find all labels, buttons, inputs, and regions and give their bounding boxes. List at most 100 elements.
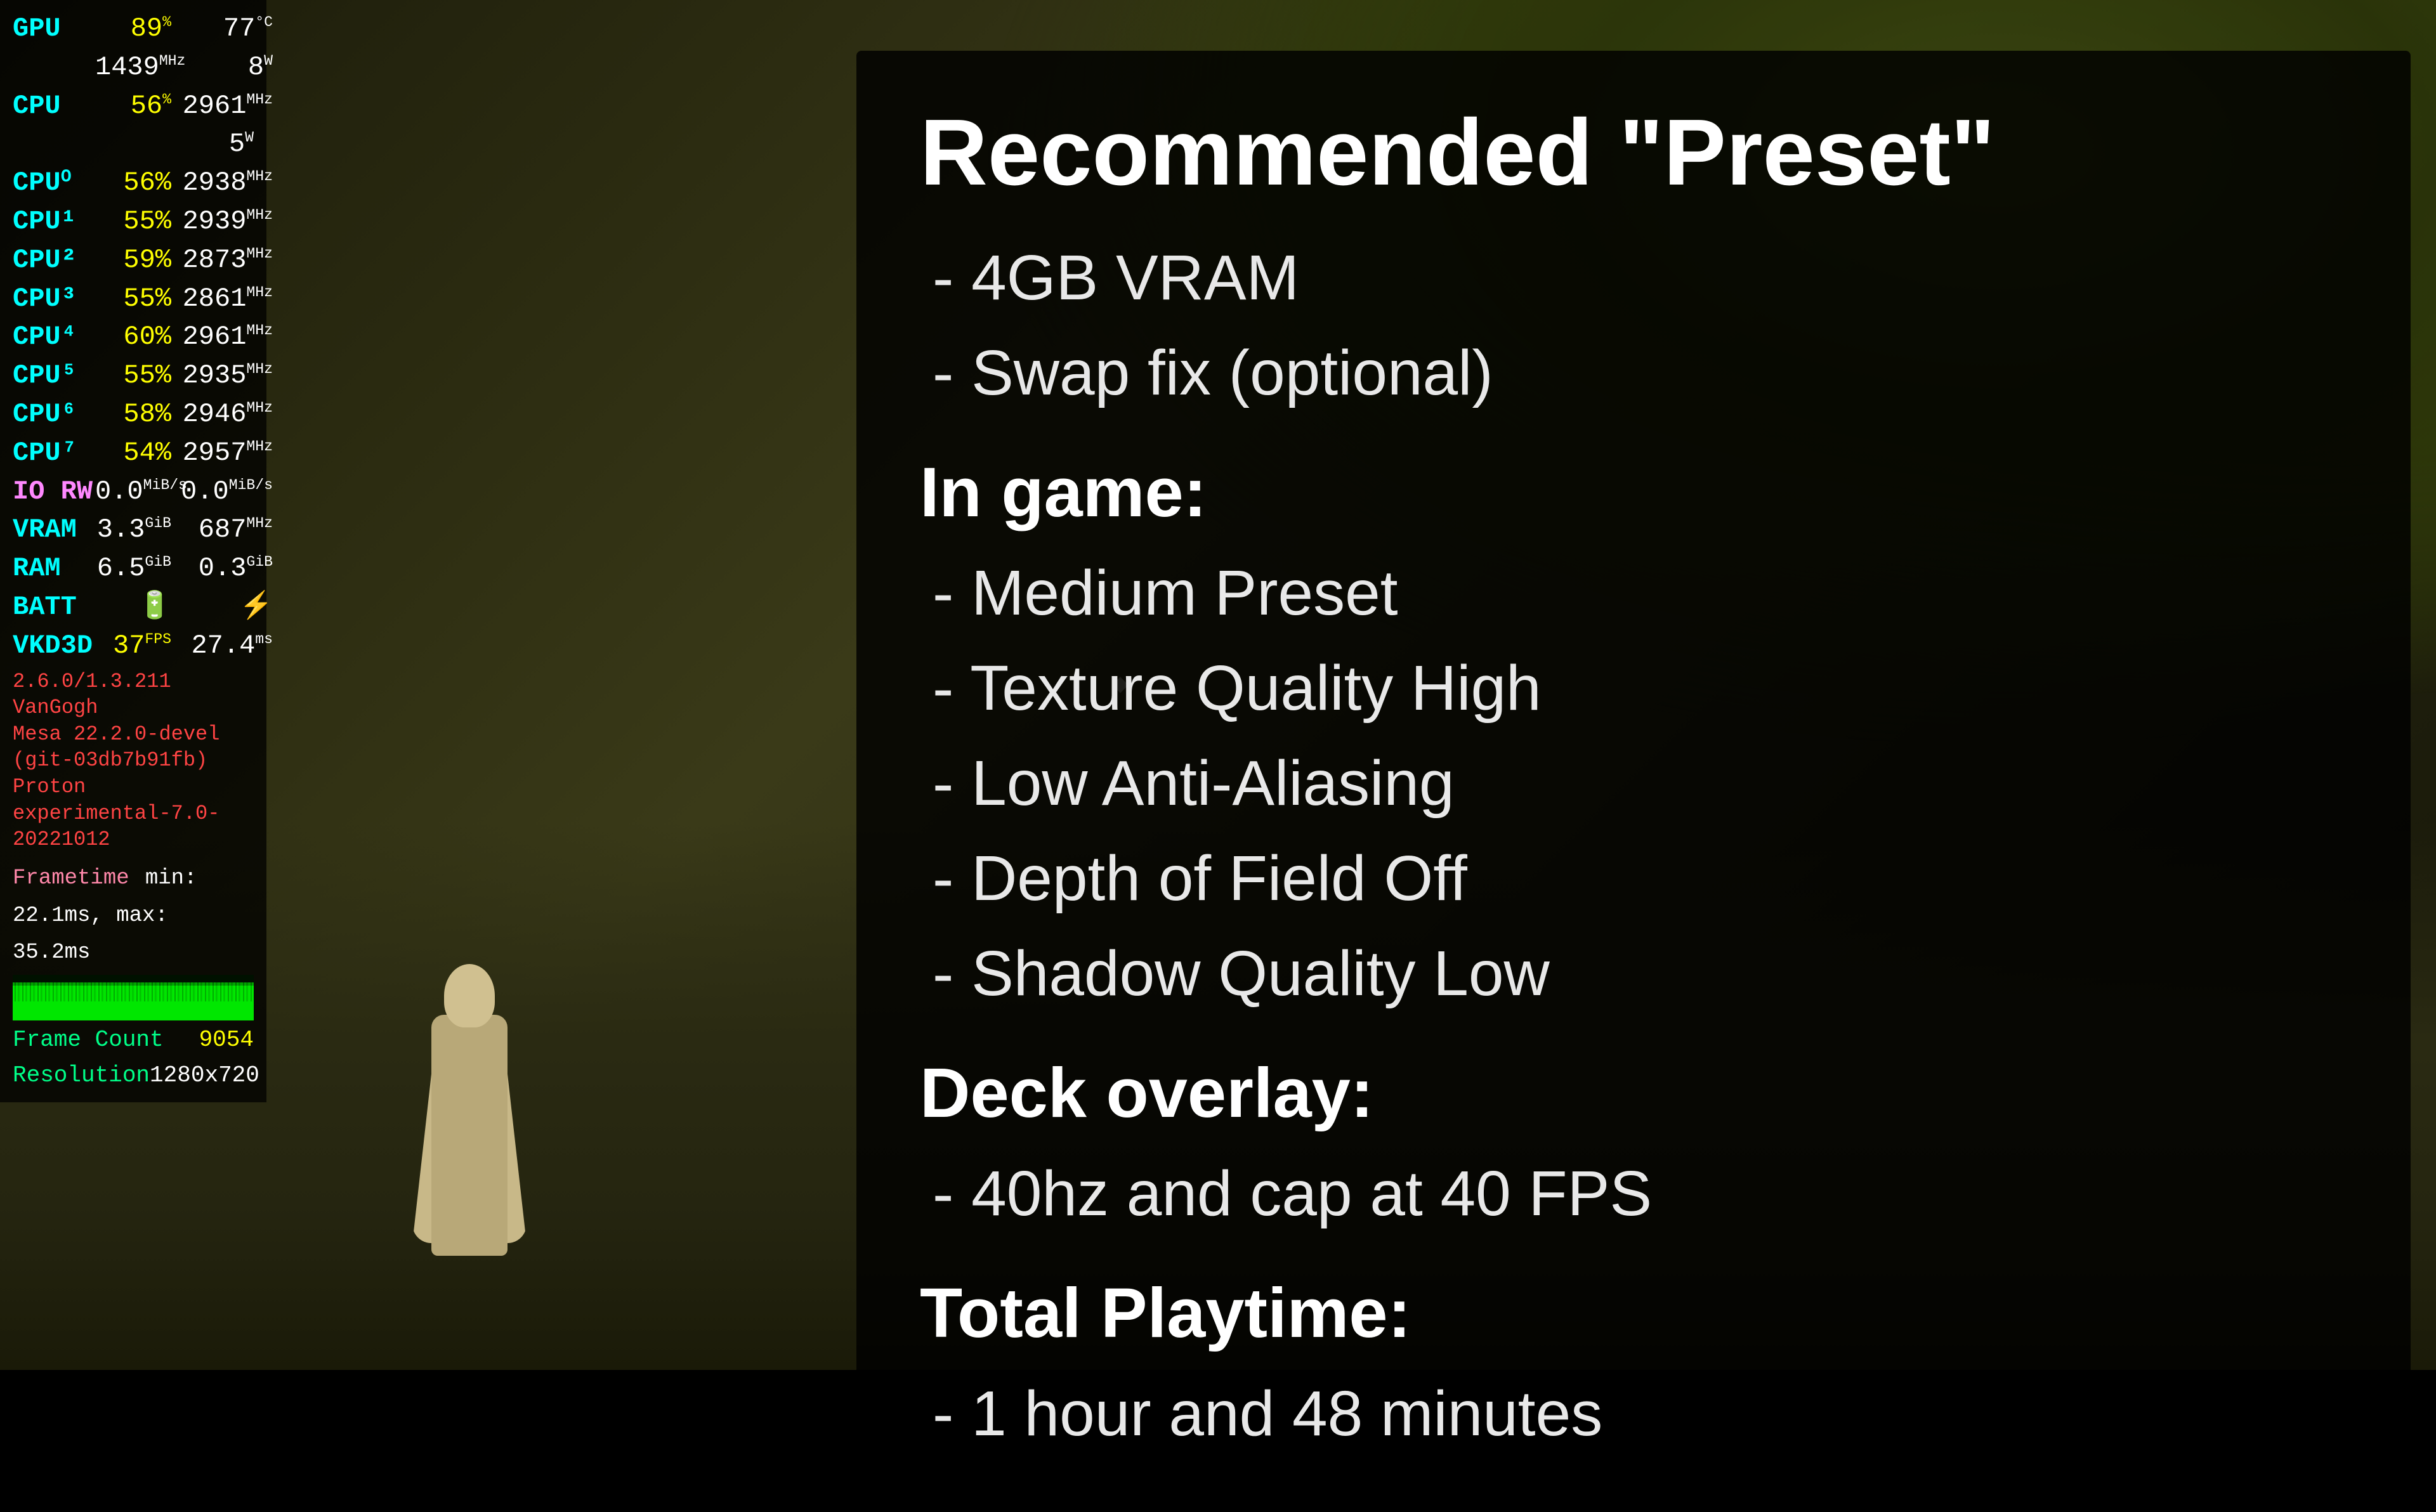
cpu-core-label: CPU⁶ [13, 396, 95, 433]
cpu-core-label: CPU⁴ [13, 318, 95, 356]
cpu-core-label: CPU¹ [13, 203, 95, 240]
vram-row: VRAM 3.3GiB 687MHz [13, 511, 254, 549]
frame-count-val: 9054 [199, 1024, 254, 1056]
panel-section-heading: Total Playtime: [920, 1273, 2347, 1353]
cpu-row: CPU 56% 2961MHz [13, 88, 254, 125]
cpu-core-label: CPU² [13, 242, 95, 279]
cpu-core-clock: 2939MHz [171, 203, 273, 240]
cpu-core-row: CPU⁶ 58% 2946MHz [13, 396, 254, 433]
cpu-core-usage: 55% [95, 357, 171, 394]
version-info: 2.6.0/1.3.211 VanGogh Mesa 22.2.0-devel … [13, 668, 254, 853]
cpu-core-label: CPU⁷ [13, 434, 95, 472]
gpu-power: 8W [171, 49, 273, 86]
panel-section: Deck overlay: - 40hz and cap at 40 FPS [920, 1053, 2347, 1241]
fps-value: 37FPS [95, 627, 171, 665]
cpu-core-usage: 56% [95, 164, 171, 202]
cpu-core-row: CPU⁰ 56% 2938MHz [13, 164, 254, 202]
ram-row: RAM 6.5GiB 0.3GiB [13, 550, 254, 587]
cpu-core-row: CPU⁷ 54% 2957MHz [13, 434, 254, 472]
cpu-label: CPU [13, 88, 95, 125]
panel-section: - 4GB VRAM- Swap fix (optional) [920, 230, 2347, 420]
batt-label: BATT [13, 589, 95, 626]
cpu-power: 5W [178, 126, 254, 163]
io-label: IO RW [13, 473, 95, 511]
cpu-core-row: CPU⁵ 55% 2935MHz [13, 357, 254, 394]
vkd3d-row: VKD3D 37FPS 27.4ms [13, 627, 254, 665]
cpu-core-label: CPU⁵ [13, 357, 95, 394]
gpu-temp: 77°C [171, 10, 273, 48]
cpu-core-usage: 55% [95, 280, 171, 318]
panel-item: - 40hz and cap at 40 FPS [920, 1146, 2347, 1241]
frame-count-row: Frame Count 9054 [13, 1024, 254, 1056]
panel-item: - Depth of Field Off [920, 831, 2347, 926]
char-body [431, 1015, 508, 1256]
panel-item: - Medium Preset [920, 545, 2347, 641]
frametime-graph [13, 975, 254, 1020]
cpu-core-usage: 59% [95, 242, 171, 279]
batt-charging: ⚡ [171, 589, 273, 626]
right-panel: Recommended "Preset" - 4GB VRAM- Swap fi… [856, 51, 2411, 1512]
frame-count-label: Frame Count [13, 1024, 164, 1056]
vkd3d-label: VKD3D [13, 627, 95, 665]
cpu-core-clock: 2961MHz [171, 318, 273, 356]
cpu-core-row: CPU¹ 55% 2939MHz [13, 203, 254, 240]
cpu-core-row: CPU³ 55% 2861MHz [13, 280, 254, 318]
cpu-core-row: CPU² 59% 2873MHz [13, 242, 254, 279]
version-line3: Mesa 22.2.0-devel (git-03db7b91fb) [13, 721, 254, 774]
character [381, 926, 558, 1256]
panel-item: - Texture Quality High [920, 641, 2347, 736]
char-head [444, 964, 495, 1027]
resolution-label: Resolution [13, 1060, 150, 1092]
ram-avail: 0.3GiB [171, 550, 273, 587]
vram-label: VRAM [13, 511, 95, 549]
cpu-core-label: CPU⁰ [13, 164, 95, 202]
cpu-core-clock: 2861MHz [171, 280, 273, 318]
resolution-val: 1280x720 [150, 1060, 259, 1092]
frametime-label: Frametime [13, 866, 129, 890]
panel-section-heading: Deck overlay: [920, 1053, 2347, 1133]
panel-section: In game: - Medium Preset- Texture Quality… [920, 452, 2347, 1021]
batt-row: BATT 🔋 ⚡ [13, 589, 254, 626]
hud-overlay: GPU 89% 77°C --- 1439MHz 8W CPU 56% 2961… [0, 0, 266, 1102]
version-line2: VanGogh [13, 694, 254, 721]
io-read: 0.0MiB/s [95, 473, 171, 511]
cpu-core-usage: 58% [95, 396, 171, 433]
panel-item: - 4GB VRAM [920, 230, 2347, 325]
panel-sections: - 4GB VRAM- Swap fix (optional) In game: -… [920, 230, 2347, 1461]
graph-noise [13, 982, 254, 1001]
gpu-clock: 1439MHz [95, 49, 171, 86]
io-row: IO RW 0.0MiB/s 0.0MiB/s [13, 473, 254, 511]
panel-item: - Shadow Quality Low [920, 926, 2347, 1021]
cpu-core-clock: 2938MHz [171, 164, 273, 202]
frametime-section: Frametime min: 22.1ms, max: 35.2ms [13, 858, 254, 970]
cpu-core-label: CPU³ [13, 280, 95, 318]
cpu-power-row: --- 5W [13, 126, 254, 163]
cpu-core-clock: 2873MHz [171, 242, 273, 279]
cpu-core-usage: 55% [95, 203, 171, 240]
cpu-usage: 56% [95, 88, 171, 125]
cpu-core-clock: 2935MHz [171, 357, 273, 394]
vram-used: 3.3GiB [95, 511, 171, 549]
gpu-usage: 89% [95, 10, 171, 48]
panel-section-heading: In game: [920, 452, 2347, 533]
cpu-clock: 2961MHz [171, 88, 273, 125]
version-line4: Proton experimental-7.0-20221012 [13, 774, 254, 853]
gpu-label: GPU [13, 10, 95, 48]
panel-title: Recommended "Preset" [920, 101, 2347, 205]
gpu-clock-row: --- 1439MHz 8W [13, 49, 254, 86]
gpu-row: GPU 89% 77°C [13, 10, 254, 48]
io-write: 0.0MiB/s [171, 473, 273, 511]
version-line1: 2.6.0/1.3.211 [13, 668, 254, 695]
panel-item: - Low Anti-Aliasing [920, 736, 2347, 831]
vram-clock: 687MHz [171, 511, 273, 549]
resolution-row: Resolution 1280x720 [13, 1060, 254, 1092]
cpu-core-usage: 54% [95, 434, 171, 472]
ram-used: 6.5GiB [95, 550, 171, 587]
panel-item: - 1 hour and 48 minutes [920, 1366, 2347, 1461]
cpu-core-clock: 2957MHz [171, 434, 273, 472]
batt-icon: 🔋 [95, 589, 171, 626]
cpu-core-clock: 2946MHz [171, 396, 273, 433]
cpu-core-usage: 60% [95, 318, 171, 356]
panel-item: - Swap fix (optional) [920, 325, 2347, 420]
frametime-value: 27.4ms [171, 627, 273, 665]
